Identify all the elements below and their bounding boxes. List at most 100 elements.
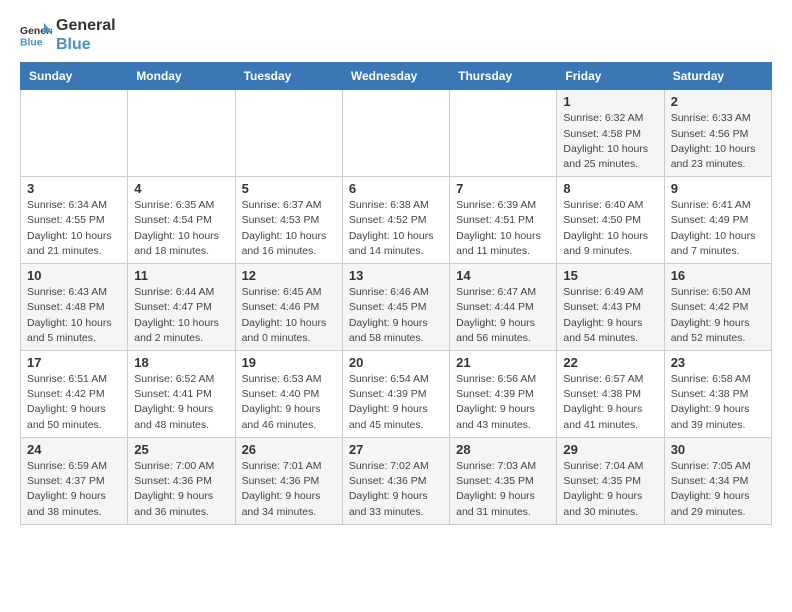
calendar-cell: 4 Sunrise: 6:35 AM Sunset: 4:54 PM Daylig… — [128, 177, 235, 264]
day-number: 2 — [671, 94, 765, 109]
day-number: 24 — [27, 442, 121, 457]
calendar-table: SundayMondayTuesdayWednesdayThursdayFrid… — [20, 62, 772, 524]
day-info: Sunrise: 6:35 AM Sunset: 4:54 PM Dayligh… — [134, 198, 228, 259]
week-row-1: 1Sunrise: 6:32 AM Sunset: 4:58 PM Daylig… — [21, 90, 772, 177]
weekday-header-sunday: Sunday — [21, 63, 128, 90]
day-info: Sunrise: 7:04 AM Sunset: 4:35 PM Dayligh… — [563, 459, 657, 520]
logo: General Blue General Blue — [20, 16, 116, 54]
calendar-cell — [235, 90, 342, 177]
day-number: 19 — [242, 355, 336, 370]
day-info: Sunrise: 6:44 AM Sunset: 4:47 PM Dayligh… — [134, 285, 228, 346]
day-info: Sunrise: 7:01 AM Sunset: 4:36 PM Dayligh… — [242, 459, 336, 520]
week-row-2: 3 Sunrise: 6:34 AM Sunset: 4:55 PM Daylig… — [21, 177, 772, 264]
calendar-cell: 21 Sunrise: 6:56 AM Sunset: 4:39 PM Dayli… — [450, 351, 557, 438]
day-number: 13 — [349, 268, 443, 283]
day-info: Sunrise: 6:51 AM Sunset: 4:42 PM Dayligh… — [27, 372, 121, 433]
calendar-cell: 3 Sunrise: 6:34 AM Sunset: 4:55 PM Daylig… — [21, 177, 128, 264]
day-number: 17 — [27, 355, 121, 370]
weekday-header-monday: Monday — [128, 63, 235, 90]
day-info: Sunrise: 6:33 AM Sunset: 4:56 PM Dayligh… — [671, 111, 765, 172]
day-number: 27 — [349, 442, 443, 457]
day-number: 14 — [456, 268, 550, 283]
day-number: 20 — [349, 355, 443, 370]
calendar-cell: 26 Sunrise: 7:01 AM Sunset: 4:36 PM Dayli… — [235, 437, 342, 524]
day-number: 21 — [456, 355, 550, 370]
calendar-cell: 15 Sunrise: 6:49 AM Sunset: 4:43 PM Dayli… — [557, 264, 664, 351]
calendar-cell — [21, 90, 128, 177]
day-info: Sunrise: 6:37 AM Sunset: 4:53 PM Dayligh… — [242, 198, 336, 259]
day-number: 28 — [456, 442, 550, 457]
calendar-cell: 16 Sunrise: 6:50 AM Sunset: 4:42 PM Dayli… — [664, 264, 771, 351]
day-info: Sunrise: 6:56 AM Sunset: 4:39 PM Dayligh… — [456, 372, 550, 433]
header: General Blue General Blue — [20, 16, 772, 54]
day-number: 1 — [563, 94, 657, 109]
calendar-cell: 8 Sunrise: 6:40 AM Sunset: 4:50 PM Daylig… — [557, 177, 664, 264]
logo-blue: Blue — [56, 35, 116, 54]
day-number: 4 — [134, 181, 228, 196]
svg-text:Blue: Blue — [20, 38, 43, 49]
day-number: 25 — [134, 442, 228, 457]
day-number: 8 — [563, 181, 657, 196]
logo-icon: General Blue — [20, 21, 52, 49]
day-number: 12 — [242, 268, 336, 283]
day-info: Sunrise: 6:34 AM Sunset: 4:55 PM Dayligh… — [27, 198, 121, 259]
calendar-cell — [128, 90, 235, 177]
calendar-cell: 2 Sunrise: 6:33 AM Sunset: 4:56 PM Daylig… — [664, 90, 771, 177]
weekday-header-wednesday: Wednesday — [342, 63, 449, 90]
day-info: Sunrise: 6:59 AM Sunset: 4:37 PM Dayligh… — [27, 459, 121, 520]
calendar-cell: 9Sunrise: 6:41 AM Sunset: 4:49 PM Daylig… — [664, 177, 771, 264]
calendar-cell: 29 Sunrise: 7:04 AM Sunset: 4:35 PM Dayli… — [557, 437, 664, 524]
day-info: Sunrise: 6:50 AM Sunset: 4:42 PM Dayligh… — [671, 285, 765, 346]
day-number: 23 — [671, 355, 765, 370]
calendar-cell: 1Sunrise: 6:32 AM Sunset: 4:58 PM Daylig… — [557, 90, 664, 177]
day-number: 7 — [456, 181, 550, 196]
weekday-header-row: SundayMondayTuesdayWednesdayThursdayFrid… — [21, 63, 772, 90]
day-info: Sunrise: 6:54 AM Sunset: 4:39 PM Dayligh… — [349, 372, 443, 433]
day-info: Sunrise: 6:52 AM Sunset: 4:41 PM Dayligh… — [134, 372, 228, 433]
calendar-cell: 12 Sunrise: 6:45 AM Sunset: 4:46 PM Dayli… — [235, 264, 342, 351]
calendar-cell: 10Sunrise: 6:43 AM Sunset: 4:48 PM Dayli… — [21, 264, 128, 351]
week-row-3: 10Sunrise: 6:43 AM Sunset: 4:48 PM Dayli… — [21, 264, 772, 351]
day-info: Sunrise: 7:05 AM Sunset: 4:34 PM Dayligh… — [671, 459, 765, 520]
day-number: 3 — [27, 181, 121, 196]
day-info: Sunrise: 6:53 AM Sunset: 4:40 PM Dayligh… — [242, 372, 336, 433]
calendar-cell: 24 Sunrise: 6:59 AM Sunset: 4:37 PM Dayli… — [21, 437, 128, 524]
calendar-cell: 20 Sunrise: 6:54 AM Sunset: 4:39 PM Dayli… — [342, 351, 449, 438]
day-number: 22 — [563, 355, 657, 370]
calendar-cell: 14Sunrise: 6:47 AM Sunset: 4:44 PM Dayli… — [450, 264, 557, 351]
calendar-cell — [342, 90, 449, 177]
calendar-cell: 6 Sunrise: 6:38 AM Sunset: 4:52 PM Daylig… — [342, 177, 449, 264]
day-info: Sunrise: 7:03 AM Sunset: 4:35 PM Dayligh… — [456, 459, 550, 520]
day-number: 10 — [27, 268, 121, 283]
day-info: Sunrise: 6:46 AM Sunset: 4:45 PM Dayligh… — [349, 285, 443, 346]
calendar-cell: 13 Sunrise: 6:46 AM Sunset: 4:45 PM Dayli… — [342, 264, 449, 351]
calendar-cell — [450, 90, 557, 177]
day-number: 11 — [134, 268, 228, 283]
day-number: 6 — [349, 181, 443, 196]
weekday-header-saturday: Saturday — [664, 63, 771, 90]
calendar-cell: 22Sunrise: 6:57 AM Sunset: 4:38 PM Dayli… — [557, 351, 664, 438]
calendar-cell: 28 Sunrise: 7:03 AM Sunset: 4:35 PM Dayli… — [450, 437, 557, 524]
day-info: Sunrise: 7:02 AM Sunset: 4:36 PM Dayligh… — [349, 459, 443, 520]
calendar-cell: 27 Sunrise: 7:02 AM Sunset: 4:36 PM Dayli… — [342, 437, 449, 524]
day-number: 5 — [242, 181, 336, 196]
calendar-cell: 23Sunrise: 6:58 AM Sunset: 4:38 PM Dayli… — [664, 351, 771, 438]
day-number: 16 — [671, 268, 765, 283]
calendar-cell: 11 Sunrise: 6:44 AM Sunset: 4:47 PM Dayli… — [128, 264, 235, 351]
day-info: Sunrise: 6:41 AM Sunset: 4:49 PM Dayligh… — [671, 198, 765, 259]
calendar-cell: 5 Sunrise: 6:37 AM Sunset: 4:53 PM Daylig… — [235, 177, 342, 264]
day-info: Sunrise: 6:38 AM Sunset: 4:52 PM Dayligh… — [349, 198, 443, 259]
calendar-cell: 25 Sunrise: 7:00 AM Sunset: 4:36 PM Dayli… — [128, 437, 235, 524]
day-number: 29 — [563, 442, 657, 457]
day-info: Sunrise: 7:00 AM Sunset: 4:36 PM Dayligh… — [134, 459, 228, 520]
day-number: 18 — [134, 355, 228, 370]
calendar-cell: 18 Sunrise: 6:52 AM Sunset: 4:41 PM Dayli… — [128, 351, 235, 438]
day-info: Sunrise: 6:45 AM Sunset: 4:46 PM Dayligh… — [242, 285, 336, 346]
day-info: Sunrise: 6:40 AM Sunset: 4:50 PM Dayligh… — [563, 198, 657, 259]
day-number: 26 — [242, 442, 336, 457]
calendar-cell: 17 Sunrise: 6:51 AM Sunset: 4:42 PM Dayli… — [21, 351, 128, 438]
day-info: Sunrise: 6:49 AM Sunset: 4:43 PM Dayligh… — [563, 285, 657, 346]
week-row-5: 24 Sunrise: 6:59 AM Sunset: 4:37 PM Dayli… — [21, 437, 772, 524]
weekday-header-thursday: Thursday — [450, 63, 557, 90]
day-number: 15 — [563, 268, 657, 283]
